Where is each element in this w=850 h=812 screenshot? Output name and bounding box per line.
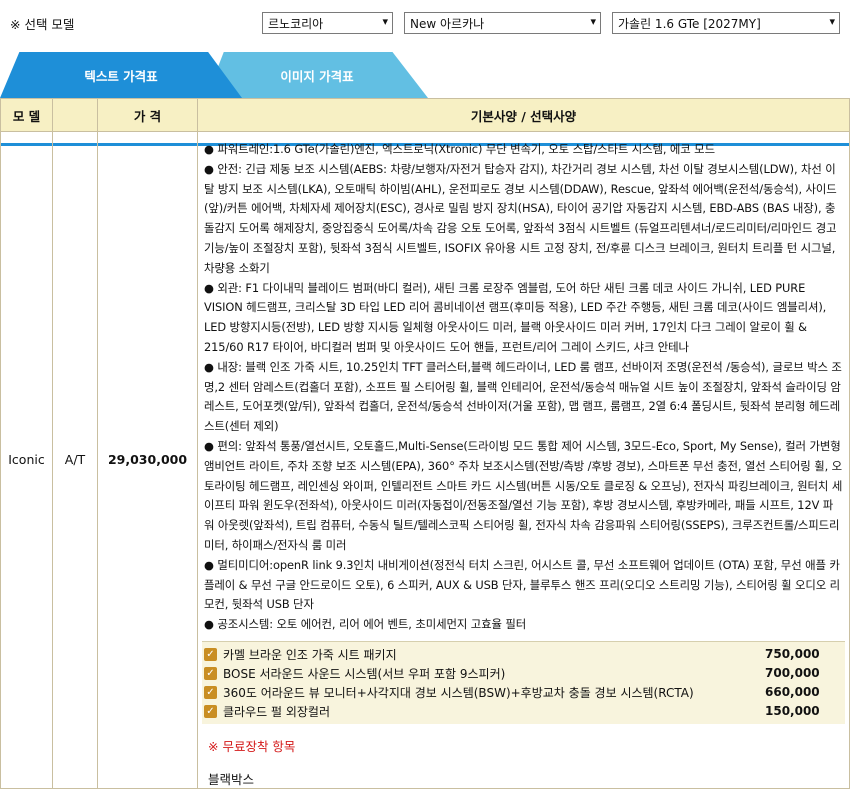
chevron-down-icon: ▾ — [829, 15, 835, 28]
brand-select[interactable]: 르노코리아 ▾ — [262, 12, 393, 34]
price-table: 모 델 가 격 기본사양 / 선택사양 Iconic A/T 29,030,00… — [0, 98, 850, 789]
chevron-down-icon: ▾ — [382, 15, 388, 28]
chevron-down-icon: ▾ — [590, 15, 596, 28]
table-header-row: 모 델 가 격 기본사양 / 선택사양 — [0, 98, 850, 132]
tab-label: 텍스트 가격표 — [84, 68, 158, 84]
top-bar: ※ 선택 모델 르노코리아 ▾ New 아르카나 ▾ 가솔린 1.6 GTe [… — [0, 0, 850, 48]
option-item[interactable]: ✓ 클라우드 펄 외장컬러 150,000 — [202, 702, 845, 721]
spec-multimedia: ● 멀티미디어:openR link 9.3인치 내비게이션(정전식 터치 스크… — [204, 557, 841, 612]
tab-text-price[interactable]: 텍스트 가격표 — [0, 52, 242, 98]
price-tabs: 이미지 가격표 텍스트 가격표 — [0, 48, 850, 146]
table-row: Iconic A/T 29,030,000 ● 파워트레인:1.6 GTe(가솔… — [0, 131, 850, 789]
spec-interior: ● 내장: 블랙 인조 가죽 시트, 10.25인치 TFT 클러스터,블랙 헤… — [204, 359, 842, 434]
free-items-section: ※ 무료장착 항목 블랙박스 — [198, 724, 849, 788]
option-item[interactable]: ✓ BOSE 서라운드 사운드 시스템(서브 우퍼 포함 9스피커) 700,0… — [202, 664, 845, 683]
option-list: ✓ 카멜 브라운 인조 가죽 시트 패키지 750,000 ✓ BOSE 서라운… — [202, 640, 845, 724]
checkbox-checked-icon[interactable]: ✓ — [204, 685, 217, 699]
header-blank — [52, 98, 98, 132]
option-price: 750,000 — [765, 647, 820, 662]
option-price: 700,000 — [765, 666, 820, 681]
trim-select[interactable]: 가솔린 1.6 GTe [2027MY] ▾ — [612, 12, 840, 34]
option-name: 360도 어라운드 뷰 모니터+사각지대 경보 시스템(BSW)+후방교차 충돌… — [223, 685, 694, 700]
option-price: 150,000 — [765, 704, 820, 719]
option-name: 카멜 브라운 인조 가죽 시트 패키지 — [223, 647, 397, 662]
model-select-value: New 아르카나 — [410, 17, 485, 31]
option-item[interactable]: ✓ 카멜 브라운 인조 가죽 시트 패키지 750,000 — [202, 645, 845, 664]
price-cell: 29,030,000 — [97, 131, 198, 789]
free-items-title: ※ 무료장착 항목 — [208, 738, 296, 754]
trim-select-value: 가솔린 1.6 GTe [2027MY] — [618, 17, 761, 31]
free-item: 블랙박스 — [208, 771, 255, 787]
checkbox-checked-icon[interactable]: ✓ — [204, 704, 217, 718]
tab-label: 이미지 가격표 — [280, 68, 354, 84]
basic-spec-list: ● 파워트레인:1.6 GTe(가솔린)엔진, 엑스트로닉(Xtronic) 무… — [198, 132, 849, 639]
header-spec: 기본사양 / 선택사양 — [197, 98, 850, 132]
spec-climate: ● 공조시스템: 오토 에어컨, 리어 에어 벤트, 초미세먼지 고효율 필터 — [204, 617, 527, 632]
spec-cell: ● 파워트레인:1.6 GTe(가솔린)엔진, 엑스트로닉(Xtronic) 무… — [197, 131, 850, 789]
header-model: 모 델 — [0, 98, 53, 132]
option-name: 클라우드 펄 외장컬러 — [223, 704, 330, 719]
tab-image-price[interactable]: 이미지 가격표 — [206, 52, 428, 98]
model-cell: Iconic — [0, 131, 53, 789]
spec-powertrain: ● 파워트레인:1.6 GTe(가솔린)엔진, 엑스트로닉(Xtronic) 무… — [204, 142, 715, 156]
header-price: 가 격 — [97, 98, 198, 132]
spec-convenience: ● 편의: 앞좌석 통풍/열선시트, 오토홀드,Multi-Sense(드라이빙… — [204, 438, 843, 552]
transmission-cell: A/T — [52, 131, 98, 789]
spec-exterior: ● 외관: F1 다이내믹 블레이드 범퍼(바디 컬러), 새틴 크롬 로장주 … — [204, 280, 827, 354]
page-title: ※ 선택 모델 — [10, 17, 75, 32]
option-name: BOSE 서라운드 사운드 시스템(서브 우퍼 포함 9스피커) — [223, 666, 506, 681]
checkbox-checked-icon[interactable]: ✓ — [204, 666, 217, 680]
option-item[interactable]: ✓ 360도 어라운드 뷰 모니터+사각지대 경보 시스템(BSW)+후방교차 … — [202, 683, 845, 702]
spec-safety: ● 안전: 긴급 제동 보조 시스템(AEBS: 차량/보행자/자전거 탑승자 … — [204, 161, 837, 275]
brand-select-value: 르노코리아 — [268, 17, 324, 31]
checkbox-checked-icon[interactable]: ✓ — [204, 647, 217, 661]
option-price: 660,000 — [765, 685, 820, 700]
model-select[interactable]: New 아르카나 ▾ — [404, 12, 601, 34]
